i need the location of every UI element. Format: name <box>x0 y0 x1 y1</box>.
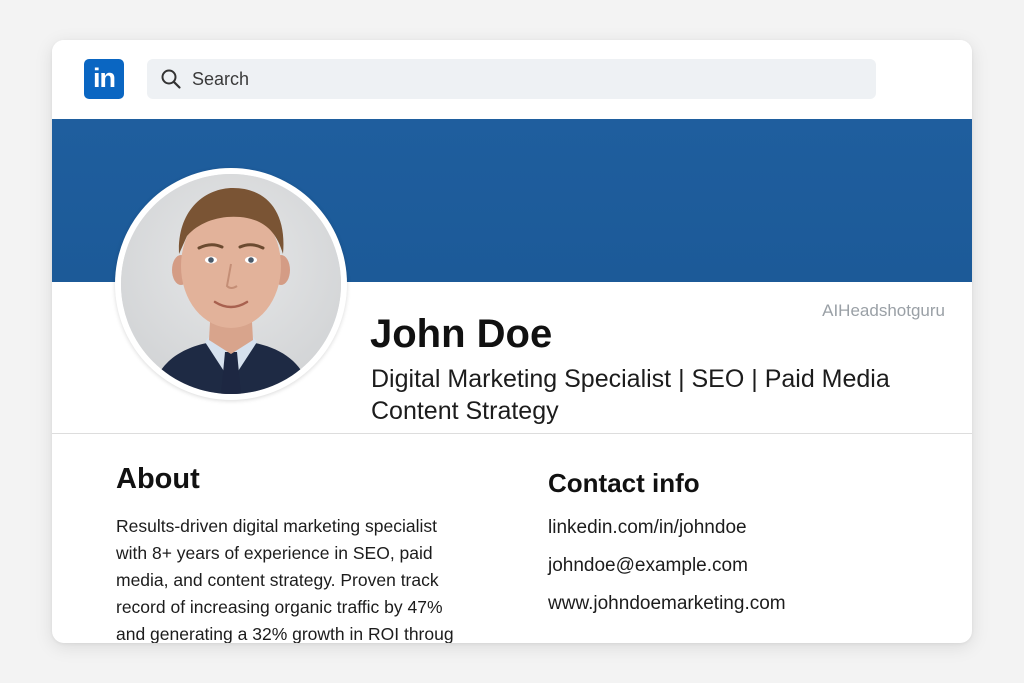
headline-line-2: Content Strategy <box>371 397 559 425</box>
avatar-photo <box>121 174 341 394</box>
contact-info-list: linkedin.com/in/johndoe johndoe@example.… <box>548 516 786 630</box>
headline-line-1: Digital Marketing Specialist | SEO | Pai… <box>371 365 890 393</box>
search-icon <box>160 68 182 90</box>
search-placeholder: Search <box>192 68 250 89</box>
search-input[interactable]: Search <box>147 59 876 99</box>
about-text: Results-driven digital marketing special… <box>116 513 496 643</box>
profile-headline: Digital Marketing Specialist | SEO | Pai… <box>371 363 951 427</box>
about-line: and generating a 32% growth in ROI throu… <box>116 624 454 643</box>
profile-name: John Doe <box>370 312 553 356</box>
section-divider <box>52 433 972 434</box>
about-line: Results-driven digital marketing special… <box>116 516 437 536</box>
avatar[interactable] <box>115 168 347 400</box>
contact-email-link[interactable]: johndoe@example.com <box>548 554 786 592</box>
profile-card: in Search AIHeadshotguru John Doe Digita… <box>52 40 972 643</box>
about-line: with 8+ years of experience in SEO, paid <box>116 543 433 563</box>
about-line: record of increasing organic traffic by … <box>116 597 443 617</box>
top-nav-bar: in Search <box>52 40 972 119</box>
about-line: media, and content strategy. Proven trac… <box>116 570 439 590</box>
contact-info-title: Contact info <box>548 468 700 498</box>
about-title: About <box>116 463 200 495</box>
logo-text: in <box>93 63 116 93</box>
contact-website-link[interactable]: www.johndoemarketing.com <box>548 592 786 630</box>
contact-linkedin-link[interactable]: linkedin.com/in/johndoe <box>548 516 786 554</box>
watermark-text: AIHeadshotguru <box>822 301 945 320</box>
linkedin-logo[interactable]: in <box>84 59 124 99</box>
